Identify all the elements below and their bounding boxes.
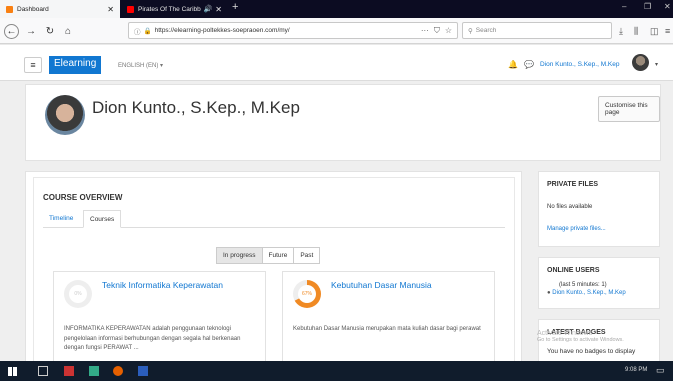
moodle-navbar: ≡ Elearning ENGLISH (EN) ▾ 🔔 💬 Dion Kunt… — [0, 45, 673, 81]
profile-picture — [45, 95, 85, 135]
filter-future[interactable]: Future — [261, 247, 295, 264]
hamburger-menu-icon[interactable]: ≡ — [24, 57, 42, 73]
empty-message: No files available — [547, 204, 593, 210]
browser-tab-strip: Dashboard ✕ Pirates Of The Caribbean /̇ … — [0, 0, 673, 18]
search-placeholder: Search — [475, 27, 497, 34]
search-icon: ⚲ — [468, 27, 473, 35]
forward-icon[interactable]: → — [23, 23, 39, 39]
course-title-link[interactable]: Teknik Informatika Keperawatan — [102, 280, 223, 290]
info-icon[interactable]: ⓘ — [134, 26, 141, 36]
avatar[interactable] — [632, 54, 649, 71]
tab-pirates[interactable]: Pirates Of The Caribbean /̇ 🔊 ✕ — [121, 0, 228, 18]
menu-icon[interactable]: ≡ — [665, 26, 670, 36]
overview-tabs: Timeline Courses — [43, 210, 505, 228]
chevron-down-icon[interactable]: ▾ — [655, 61, 658, 68]
filter-past[interactable]: Past — [293, 247, 321, 264]
tab-title: Pirates Of The Caribbean /̇ — [138, 5, 201, 13]
customise-page-button[interactable]: Customise this page — [598, 96, 660, 122]
windows-taskbar: 9:08 PM ▭ — [0, 361, 673, 381]
address-bar[interactable]: ⓘ 🔒 https://elearning-poltekkes-soepraoe… — [128, 22, 458, 39]
online-user-link[interactable]: Dion Kunto., S.Kep., M.Kep — [552, 290, 625, 296]
online-users-block: ONLINE USERS (last 5 minutes: 1) ● Dion … — [538, 257, 660, 309]
course-title-link[interactable]: Kebutuhan Dasar Manusia — [331, 280, 432, 290]
tab-dashboard[interactable]: Dashboard ✕ — [0, 0, 120, 18]
block-title: PRIVATE FILES — [547, 181, 599, 188]
course-card[interactable]: 67% Kebutuhan Dasar Manusia Kebutuhan Da… — [282, 271, 495, 361]
watermark-line2: Go to Settings to activate Windows. — [537, 337, 624, 343]
youtube-favicon-icon — [127, 5, 134, 13]
progress-ring: 67% — [293, 280, 321, 308]
sidebar-icon[interactable]: ◫ — [650, 26, 659, 37]
block-title: ONLINE USERS — [547, 267, 600, 274]
reload-icon[interactable]: ↻ — [42, 23, 58, 39]
moodle-favicon-icon — [6, 5, 13, 13]
private-files-block: PRIVATE FILES No files available Manage … — [538, 171, 660, 247]
progress-ring: 0% — [64, 280, 92, 308]
watermark-line1: Activate Windows — [537, 330, 593, 337]
close-icon[interactable]: ✕ — [107, 5, 114, 14]
pocket-icon[interactable]: ⛉ — [434, 26, 440, 36]
user-icon: ● — [547, 290, 551, 296]
close-icon[interactable]: ✕ — [215, 5, 222, 14]
language-menu[interactable]: ENGLISH (EN) ▾ — [118, 62, 163, 69]
tab-courses[interactable]: Courses — [83, 210, 122, 228]
course-filter-group: In progress Future Past — [216, 247, 321, 264]
audio-icon[interactable]: 🔊 — [204, 5, 213, 13]
manage-private-files-link[interactable]: Manage private files... — [547, 226, 606, 232]
course-card[interactable]: 0% Teknik Informatika Keperawatan INFORM… — [53, 271, 266, 361]
new-tab-button[interactable]: + — [232, 1, 238, 13]
page-title: Dion Kunto., S.Kep., M.Kep — [92, 98, 300, 117]
file-explorer-icon[interactable] — [89, 366, 99, 376]
maximize-icon[interactable]: ❐ — [644, 2, 651, 11]
course-overview-block: COURSE OVERVIEW Timeline Courses In prog… — [25, 171, 522, 361]
empty-message: You have no badges to display — [547, 348, 636, 355]
start-icon[interactable] — [8, 367, 17, 376]
more-icon[interactable]: ··· — [421, 26, 429, 35]
progress-label: 67% — [301, 291, 312, 297]
url-text: https://elearning-poltekkes-soepraoen.co… — [154, 27, 290, 34]
app-icon[interactable] — [64, 366, 74, 376]
home-icon[interactable]: ⌂ — [60, 23, 76, 39]
word-icon[interactable] — [138, 366, 148, 376]
firefox-icon[interactable] — [113, 366, 123, 376]
bookmark-star-icon[interactable]: ☆ — [445, 26, 452, 35]
progress-label: 0% — [74, 291, 82, 297]
lock-icon: 🔒 — [143, 27, 152, 35]
window-close-icon[interactable]: ✕ — [664, 2, 671, 11]
task-view-icon[interactable] — [38, 366, 48, 376]
page-content: ≡ Elearning ENGLISH (EN) ▾ 🔔 💬 Dion Kunt… — [0, 45, 673, 361]
user-menu-name[interactable]: Dion Kunto., S.Kep., M.Kep — [540, 61, 620, 68]
back-icon[interactable]: ← — [4, 24, 19, 39]
clock[interactable]: 9:08 PM — [625, 367, 647, 373]
block-title: COURSE OVERVIEW — [43, 193, 123, 202]
messages-icon[interactable]: 💬 — [524, 60, 534, 69]
notifications-bell-icon[interactable]: 🔔 — [508, 60, 518, 69]
minimize-icon[interactable]: – — [622, 2, 626, 11]
tab-timeline[interactable]: Timeline — [43, 210, 79, 228]
filter-in-progress[interactable]: In progress — [216, 247, 263, 264]
page-header: Dion Kunto., S.Kep., M.Kep Customise thi… — [25, 84, 661, 161]
library-icon[interactable]: ⫼ — [634, 26, 638, 37]
course-description: Kebutuhan Dasar Manusia merupakan mata k… — [293, 326, 481, 332]
online-count: (last 5 minutes: 1) — [559, 282, 607, 288]
download-icon[interactable]: ⤓ — [619, 26, 623, 37]
windows-activation-watermark: Activate Windows Go to Settings to activ… — [537, 330, 624, 344]
site-brand-link[interactable]: Elearning — [49, 56, 102, 74]
course-overview-inner: COURSE OVERVIEW Timeline Courses In prog… — [33, 177, 515, 361]
tab-title: Dashboard — [17, 5, 49, 13]
notification-center-icon[interactable]: ▭ — [656, 365, 665, 376]
search-input[interactable]: ⚲ Search — [462, 22, 612, 39]
course-description: INFORMATIKA KEPERAWATAN adalah penggunaa… — [64, 326, 241, 351]
browser-toolbar: ← → ↻ ⌂ ⓘ 🔒 https://elearning-poltekkes-… — [0, 18, 673, 44]
